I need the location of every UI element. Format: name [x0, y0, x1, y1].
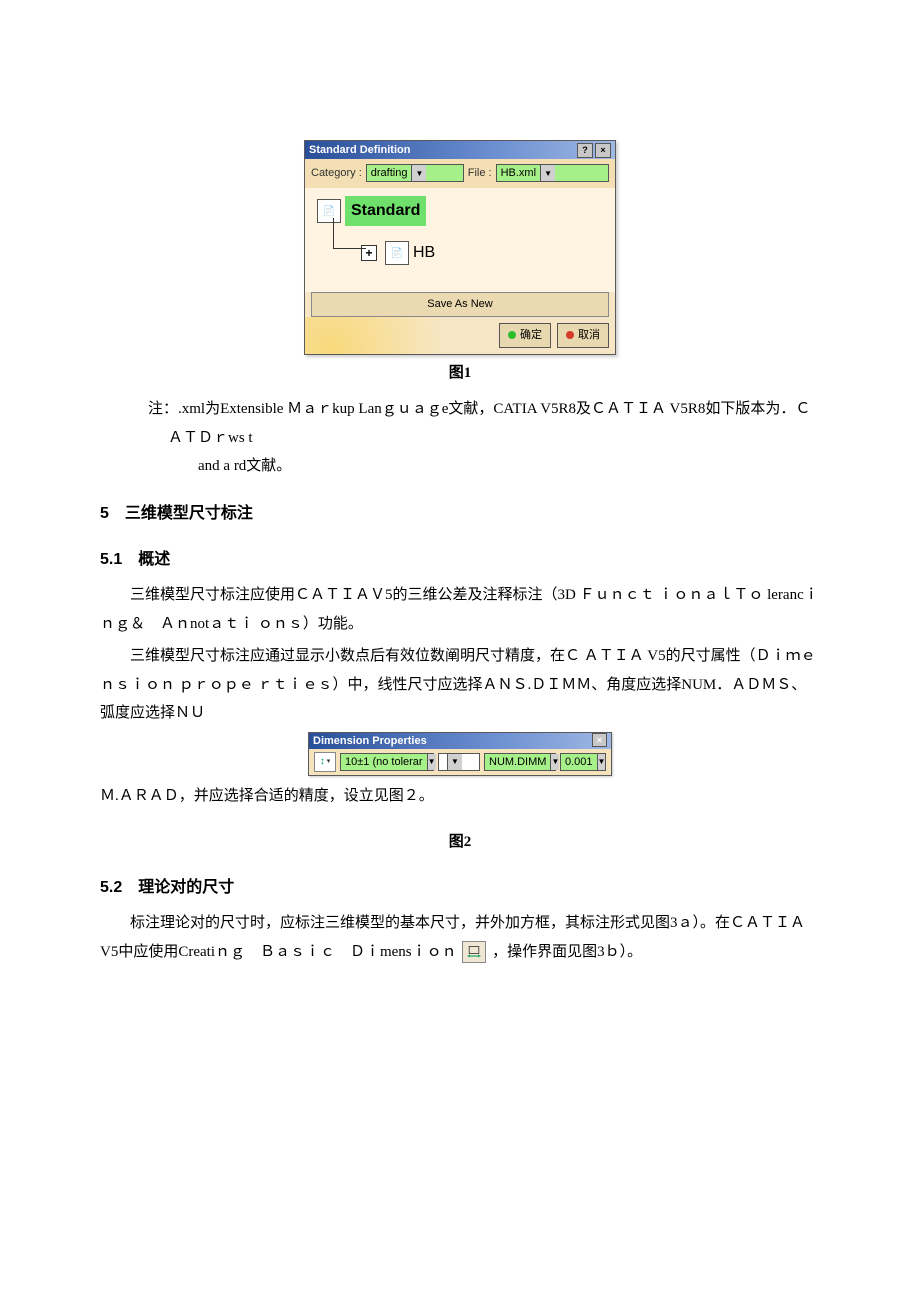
- cancel-led-icon: [566, 331, 574, 339]
- standards-tree[interactable]: 📄 Standard + 📄 HB: [305, 188, 615, 292]
- sec5-1-para2: 三维模型尺寸标注应通过显示小数点后有效位数阐明尺寸精度，在Ｃ ＡＴＩＡ V5的尺…: [100, 642, 820, 728]
- file-value: HB.xml: [497, 163, 540, 184]
- note-line-2: and a rd文献。: [148, 452, 820, 481]
- tree-child-label: HB: [413, 238, 435, 268]
- figure-1-block: Standard Definition ? × Category : draft…: [100, 140, 820, 387]
- format-dropdown[interactable]: NUM.DIMM ▼: [484, 753, 556, 771]
- category-label: Category :: [311, 163, 362, 184]
- category-value: drafting: [367, 163, 412, 184]
- dimprop-title: Dimension Properties: [313, 733, 427, 749]
- sec5-1-para3: Ｍ.ＡＲＡＤ，并应选择合适的精度，设立见图２。: [100, 782, 820, 811]
- file-dropdown[interactable]: HB.xml ▼: [496, 164, 609, 182]
- ok-button[interactable]: 确定: [499, 323, 551, 348]
- figure-2-block: Dimension Properties × ↕▾ 10±1 (no toler…: [100, 732, 820, 776]
- chevron-down-icon: ▼: [597, 754, 606, 770]
- help-icon[interactable]: ?: [577, 143, 593, 158]
- dimprop-titlebar[interactable]: Dimension Properties ×: [309, 733, 611, 749]
- dialog-title: Standard Definition: [309, 141, 410, 159]
- dimension-type-icon[interactable]: ↕▾: [314, 752, 336, 772]
- dimension-properties-toolbar[interactable]: Dimension Properties × ↕▾ 10±1 (no toler…: [308, 732, 612, 776]
- chevron-down-icon: ▼: [540, 165, 555, 181]
- section-5-2-heading: 5.2 理论对的尺寸: [100, 873, 820, 903]
- figure-2-caption: 图2: [100, 828, 820, 857]
- close-icon[interactable]: ×: [592, 733, 607, 747]
- chevron-down-icon: ▼: [427, 754, 436, 770]
- chevron-down-icon: ▼: [411, 165, 426, 181]
- chevron-down-icon: ▼: [550, 754, 559, 770]
- sec5-2-para1: 标注理论对的尺寸时，应标注三维模型的基本尺寸，并外加方框，其标注形式见图3ａ）。…: [100, 909, 820, 966]
- section-5-1-heading: 5.1 概述: [100, 545, 820, 575]
- standard-definition-dialog: Standard Definition ? × Category : draft…: [304, 140, 616, 355]
- tree-child-node[interactable]: + 📄 HB: [361, 238, 607, 268]
- file-label: File :: [468, 163, 492, 184]
- dialog-titlebar[interactable]: Standard Definition ? ×: [305, 141, 615, 159]
- sec5-1-para1: 三维模型尺寸标注应使用ＣＡＴＩＡＶ5的三维公差及注释标注（3D Ｆｕｎｃｔ ｉｏ…: [100, 581, 820, 638]
- document-page: Standard Definition ? × Category : draft…: [0, 0, 920, 1302]
- note-block: 注：.xml为Extensible Ｍａｒkup Lanｇｕａｇe文献，CATI…: [100, 395, 820, 481]
- precision-dropdown[interactable]: 0.001 ▼: [560, 753, 606, 771]
- document-icon: 📄: [385, 241, 409, 265]
- tree-connector-line: [333, 218, 366, 249]
- chevron-down-icon: ▼: [447, 754, 462, 770]
- blank-dropdown[interactable]: ▼: [438, 753, 480, 771]
- tolerance-dropdown[interactable]: 10±1 (no tolerar ▼: [340, 753, 434, 771]
- cancel-button[interactable]: 取消: [557, 323, 609, 348]
- save-as-new-button[interactable]: Save As New: [311, 292, 609, 317]
- note-line-1: 注：.xml为Extensible Ｍａｒkup Lanｇｕａｇe文献，CATI…: [148, 395, 820, 452]
- figure-1-caption: 图1: [100, 359, 820, 388]
- close-icon[interactable]: ×: [595, 143, 611, 158]
- ok-led-icon: [508, 331, 516, 339]
- category-dropdown[interactable]: drafting ▼: [366, 164, 464, 182]
- section-5-heading: 5 三维模型尺寸标注: [100, 499, 820, 529]
- basic-dimension-icon: [462, 941, 486, 963]
